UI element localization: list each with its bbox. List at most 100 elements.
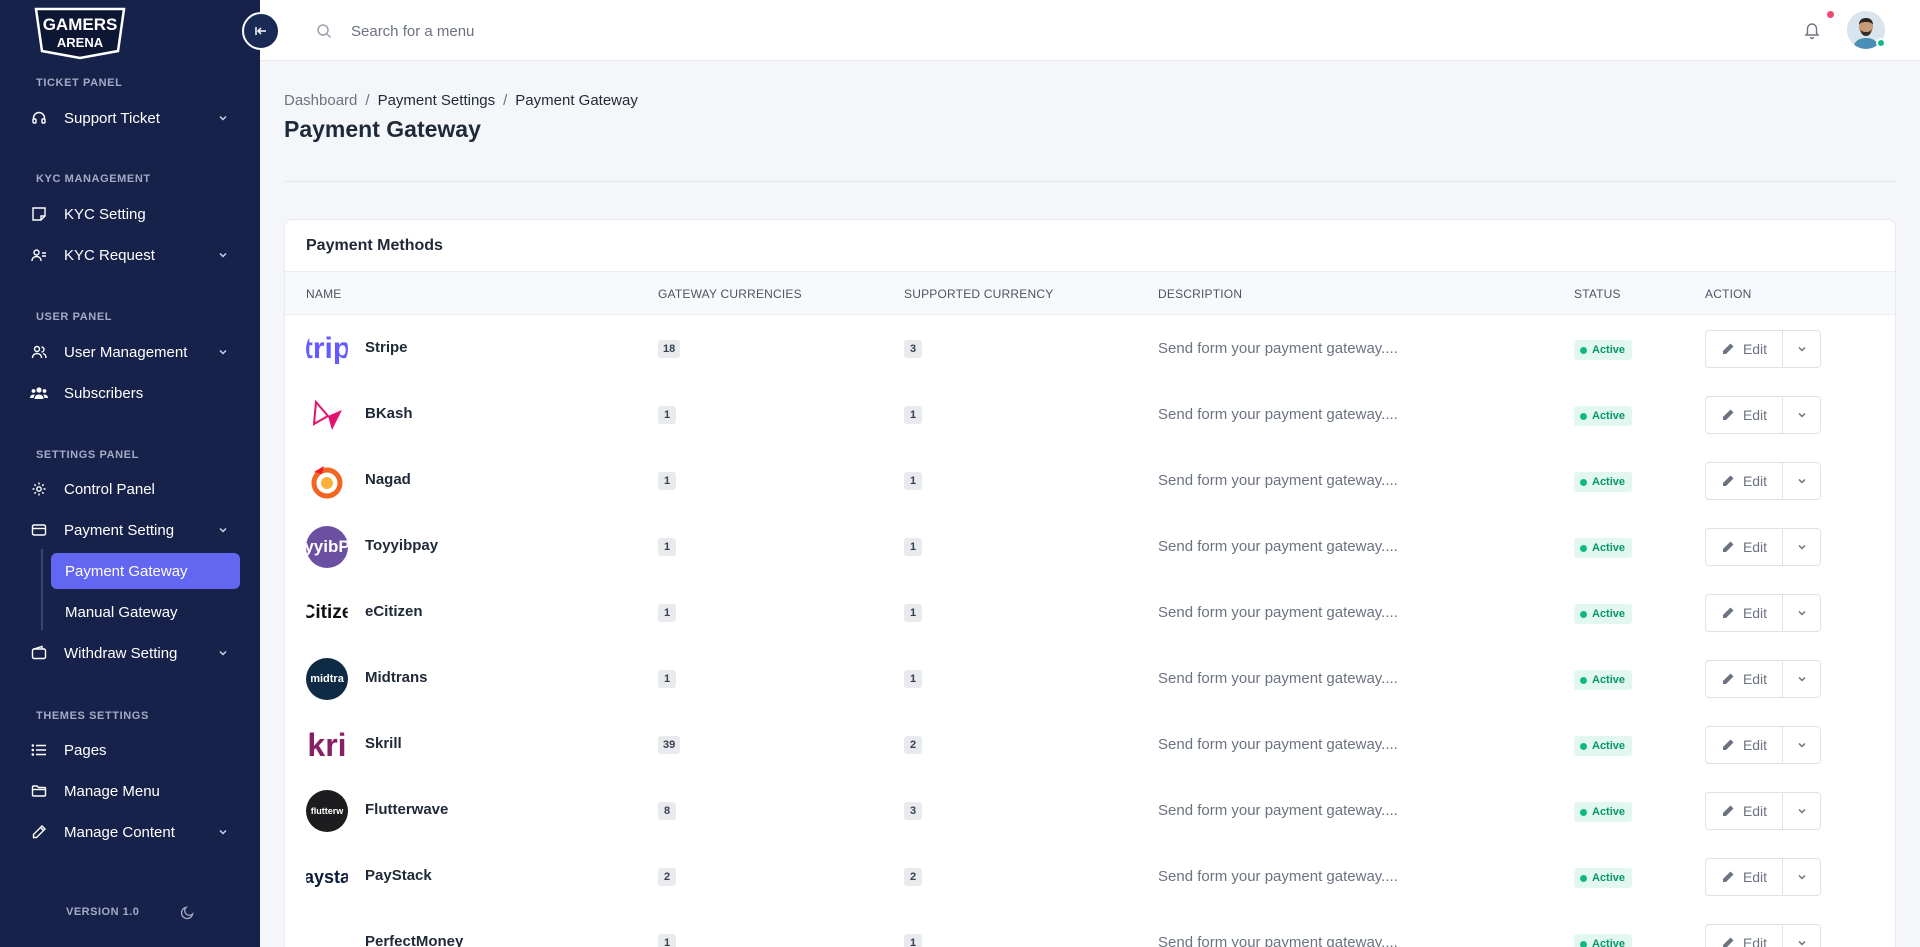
action-button-group: Edit [1705,726,1821,764]
sidebar-item-kyc-request[interactable]: KYC Request [30,239,230,271]
status-badge: Active [1574,670,1633,690]
gateway-name: Midtrans [365,669,428,686]
edit-button[interactable]: Edit [1705,330,1783,368]
gateway-logo-text: trip [306,332,348,365]
action-dropdown-button[interactable] [1783,792,1821,830]
edit-button[interactable]: Edit [1705,660,1783,698]
sidebar-item-support-ticket[interactable]: Support Ticket [30,102,230,134]
action-button-group: Edit [1705,924,1821,947]
sidebar-item-manage-menu[interactable]: Manage Menu [30,775,230,807]
table-row: kri Skrill 39 2 Send form your payment gatew… [285,712,1895,778]
action-dropdown-button[interactable] [1783,726,1821,764]
gateway-logo-text: Citize [306,602,348,623]
sidebar-item-user-management[interactable]: User Management [30,336,230,368]
edit-button[interactable]: Edit [1705,528,1783,566]
gateway-description: Send form your payment gateway.... [1158,802,1398,819]
action-button-group: Edit [1705,858,1821,896]
edit-button[interactable]: Edit [1705,462,1783,500]
pencil-icon [1722,739,1734,750]
supported-currency-badge: 1 [904,538,922,556]
sidebar-item-label: Manage Menu [64,782,160,800]
section-ticket-panel: TICKET PANEL [36,77,123,89]
sidebar-item-withdraw-setting[interactable]: Withdraw Setting [30,637,230,669]
action-dropdown-button[interactable] [1783,858,1821,896]
gateway-name: Flutterwave [365,801,449,818]
status-label: Active [1592,410,1626,422]
edit-button[interactable]: Edit [1705,396,1783,434]
gateway-logo: midtra [306,658,348,700]
breadcrumb-dashboard[interactable]: Dashboard [284,92,357,109]
chevron-down-icon [1797,412,1806,418]
chevron-down-icon [1797,610,1806,616]
breadcrumb-payment-settings[interactable]: Payment Settings [378,92,496,109]
action-dropdown-button[interactable] [1783,462,1821,500]
status-badge: Active [1574,538,1633,558]
bell-icon[interactable] [1804,22,1820,40]
sidebar-item-label: Pages [64,741,107,759]
edit-button[interactable]: Edit [1705,858,1783,896]
breadcrumb-payment-gateway: Payment Gateway [515,92,638,109]
edit-button[interactable]: Edit [1705,792,1783,830]
status-dot [1580,544,1587,552]
supported-currency-badge: 2 [904,868,922,886]
collapse-arrow-icon [255,27,266,35]
action-dropdown-button[interactable] [1783,528,1821,566]
table-row: trip Stripe 18 3 Send form your payment gate… [285,316,1895,382]
pencil-icon [1722,409,1734,420]
sticky-note-icon [30,205,48,223]
topbar [260,0,1920,61]
gateway-logo [306,460,348,502]
gateway-description: Send form your payment gateway.... [1158,868,1398,885]
edit-label: Edit [1742,473,1768,489]
sidebar-item-label: Payment Setting [64,521,175,539]
action-dropdown-button[interactable] [1783,330,1821,368]
divider [284,181,1896,182]
sidebar-collapse-button[interactable] [242,12,280,50]
action-dropdown-button[interactable] [1783,660,1821,698]
gateway-logo-text: midtra [310,673,344,685]
users-group-icon [30,384,48,402]
pencil-icon [1722,673,1734,684]
edit-button[interactable]: Edit [1705,726,1783,764]
table-row: Citize eCitizen 1 1 Send form your payment g… [285,580,1895,646]
edit-button[interactable]: Edit [1705,594,1783,632]
action-dropdown-button[interactable] [1783,396,1821,434]
gateway-logo: yyibP [306,526,348,568]
sidebar-item-pages[interactable]: Pages [30,734,230,766]
chevron-down-icon [219,252,227,258]
gateway-logo: flutterw [306,790,348,832]
gateway-name: Skrill [365,735,402,752]
status-badge: Active [1574,934,1633,947]
gateway-currencies-badge: 39 [658,736,681,754]
sidebar-subitem-payment-gateway[interactable]: Payment Gateway [51,553,240,589]
sidebar-item-manage-content[interactable]: Manage Content [30,816,230,848]
edit-label: Edit [1742,407,1768,423]
chevron-down-icon [1797,742,1806,748]
sidebar-item-kyc-setting[interactable]: KYC Setting [30,198,230,230]
gateway-logo-text: kri [307,726,347,763]
gamers-arena-logo[interactable]: GAMERS ARENA [30,5,130,60]
sidebar-item-subscribers[interactable]: Subscribers [30,377,230,409]
gateway-description: Send form your payment gateway.... [1158,406,1398,423]
gateway-logo [306,922,348,947]
moon-icon[interactable] [180,905,195,920]
action-dropdown-button[interactable] [1783,924,1821,947]
sidebar-subitem-manual-gateway[interactable]: Manual Gateway [51,594,240,630]
notification-dot [1827,11,1834,18]
sidebar-item-control-panel[interactable]: Control Panel [30,473,230,505]
search-input[interactable] [351,18,691,44]
sidebar-item-label: Support Ticket [64,109,160,127]
table-row: midtra Midtrans 1 1 Send form your payment g… [285,646,1895,712]
action-dropdown-button[interactable] [1783,594,1821,632]
sidebar-item-payment-setting[interactable]: Payment Setting [30,514,230,546]
section-themes-settings: THEMES SETTINGS [36,710,149,722]
status-dot [1580,346,1587,354]
gateway-description: Send form your payment gateway.... [1158,736,1398,753]
supported-currency-badge: 1 [904,472,922,490]
status-dot [1580,874,1587,882]
table-row: yyibP Toyyibpay 1 1 Send form your payment g… [285,514,1895,580]
chevron-down-icon [1797,478,1806,484]
edit-button[interactable]: Edit [1705,924,1783,947]
chevron-down-icon [219,650,227,656]
sidebar-item-label: Subscribers [64,384,144,402]
